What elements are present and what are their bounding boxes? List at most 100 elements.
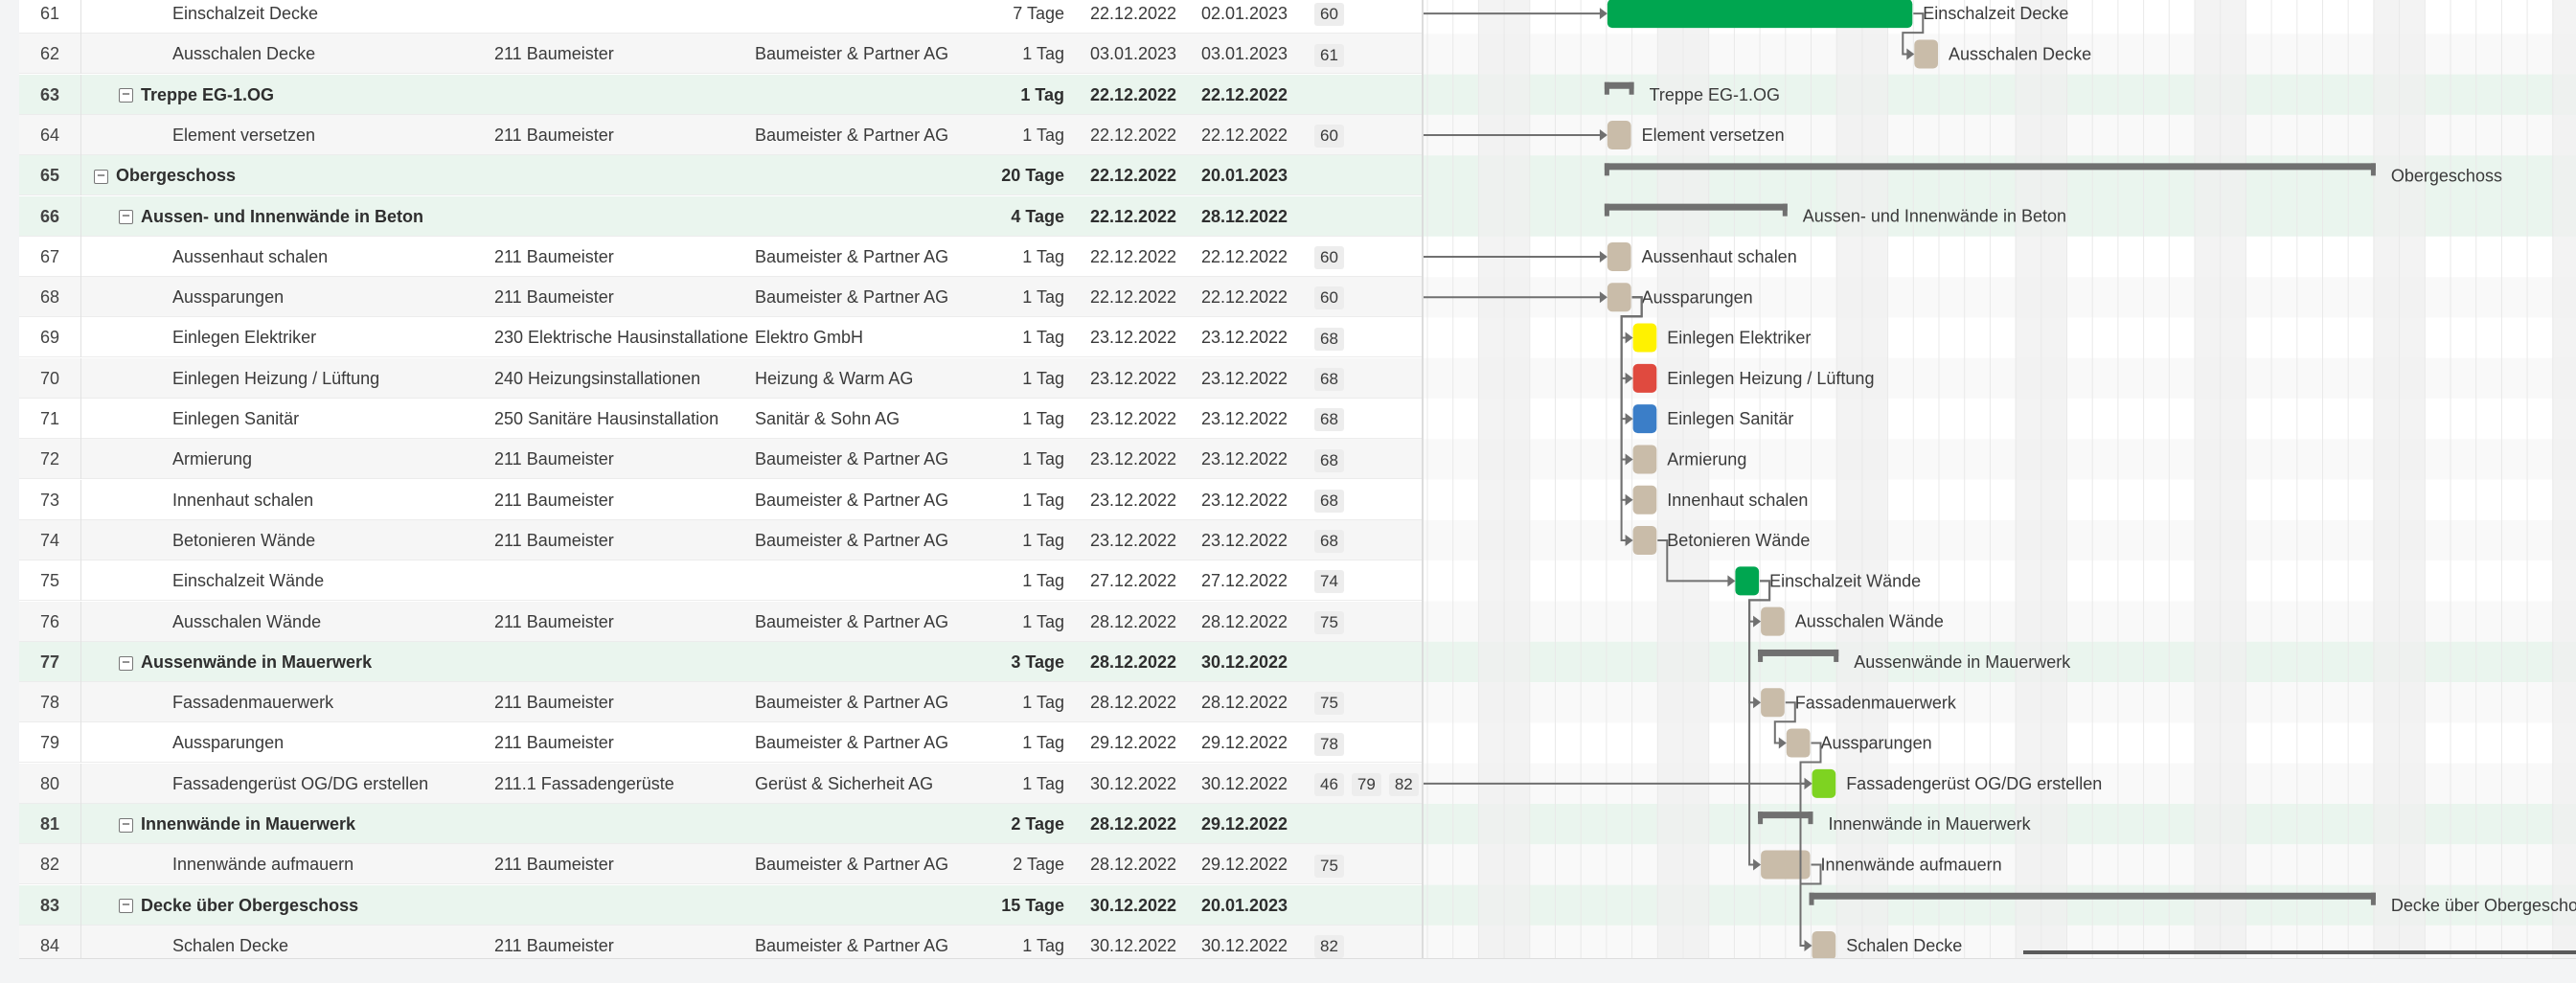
- group-row[interactable]: 65− Obergeschoss 20 Tage 22.12.2022 20.01.20…: [19, 155, 1422, 196]
- predecessor-cell[interactable]: 75: [1314, 844, 1420, 884]
- predecessor-cell[interactable]: 60: [1314, 237, 1420, 277]
- predecessor-badge[interactable]: 46: [1314, 772, 1344, 796]
- task-row[interactable]: 84 Schalen Decke 211 Baumeister Baumeister …: [19, 925, 1422, 958]
- predecessor-badge[interactable]: 75: [1314, 610, 1344, 634]
- task-row[interactable]: 80 Fassadengerüst OG/DG erstellen 211.1 Fa…: [19, 763, 1422, 804]
- predecessor-cell[interactable]: 60: [1314, 0, 1420, 34]
- task-name-cell[interactable]: Betonieren Wände: [82, 520, 536, 560]
- task-row[interactable]: 61 Einschalzeit Decke 7 Tage 22.12.2022 02.0…: [19, 0, 1422, 34]
- task-row[interactable]: 74 Betonieren Wände 211 Baumeister Baumeist…: [19, 519, 1422, 560]
- task-row[interactable]: 73 Innenhaut schalen 211 Baumeister Baumeis…: [19, 479, 1422, 520]
- task-name-cell[interactable]: − Aussenwände in Mauerwerk: [82, 642, 508, 682]
- predecessor-cell[interactable]: 68: [1314, 520, 1420, 560]
- task-name-cell[interactable]: Einlegen Heizung / Lüftung: [82, 358, 536, 399]
- predecessor-badge[interactable]: 68: [1314, 327, 1344, 351]
- task-name-cell[interactable]: Aussparungen: [82, 277, 536, 317]
- task-row[interactable]: 82 Innenwände aufmauern 211 Baumeister Baum…: [19, 844, 1422, 885]
- predecessor-cell[interactable]: 68: [1314, 480, 1420, 520]
- predecessor-badge[interactable]: 60: [1314, 286, 1344, 310]
- predecessor-cell[interactable]: 60: [1314, 115, 1420, 155]
- task-row[interactable]: 75 Einschalzeit Wände 1 Tag 27.12.2022 27.12…: [19, 560, 1422, 602]
- predecessor-cell[interactable]: 68: [1314, 399, 1420, 439]
- predecessor-badge[interactable]: 60: [1314, 246, 1344, 270]
- predecessor-cell[interactable]: [1314, 75, 1420, 115]
- predecessor-cell[interactable]: 46 79 82: [1314, 764, 1420, 804]
- predecessor-cell[interactable]: 75: [1314, 682, 1420, 722]
- predecessor-badge[interactable]: 68: [1314, 367, 1344, 391]
- predecessor-cell[interactable]: 75: [1314, 602, 1420, 642]
- task-row[interactable]: 72 Armierung 211 Baumeister Baumeister & Pa…: [19, 439, 1422, 480]
- task-name-cell[interactable]: Einlegen Elektriker: [82, 317, 536, 357]
- collapse-toggle-icon[interactable]: −: [119, 209, 133, 225]
- predecessor-cell[interactable]: [1314, 196, 1420, 237]
- task-row[interactable]: 64 Element versetzen 211 Baumeister Baumeis…: [19, 114, 1422, 155]
- task-name-cell[interactable]: − Obergeschoss: [82, 155, 508, 195]
- predecessor-cell[interactable]: 60: [1314, 277, 1420, 317]
- task-row[interactable]: 79 Aussparungen 211 Baumeister Baumeister &…: [19, 722, 1422, 764]
- task-name-cell[interactable]: Aussparungen: [82, 722, 536, 763]
- predecessor-badge[interactable]: 68: [1314, 489, 1344, 513]
- predecessor-cell[interactable]: 68: [1314, 317, 1420, 357]
- predecessor-badge[interactable]: 61: [1314, 43, 1344, 67]
- collapse-toggle-icon[interactable]: −: [119, 655, 133, 671]
- collapse-toggle-icon[interactable]: −: [119, 898, 133, 914]
- group-row[interactable]: 83− Decke über Obergeschoss 15 Tage 30.12.2…: [19, 884, 1422, 926]
- predecessor-badge[interactable]: 68: [1314, 530, 1344, 554]
- predecessor-cell[interactable]: 82: [1314, 926, 1420, 958]
- task-name-cell[interactable]: Einlegen Sanitär: [82, 399, 536, 439]
- predecessor-badge[interactable]: 60: [1314, 125, 1344, 149]
- predecessor-badge[interactable]: 60: [1314, 3, 1344, 27]
- predecessor-cell[interactable]: [1314, 155, 1420, 195]
- predecessor-cell[interactable]: 78: [1314, 722, 1420, 763]
- task-name-cell[interactable]: Armierung: [82, 439, 536, 479]
- predecessor-badge[interactable]: 68: [1314, 448, 1344, 472]
- task-row[interactable]: 68 Aussparungen 211 Baumeister Baumeister &…: [19, 277, 1422, 318]
- group-row[interactable]: 77− Aussenwände in Mauerwerk 3 Tage 28.12.2…: [19, 641, 1422, 682]
- task-name-cell[interactable]: Einschalzeit Decke: [82, 0, 536, 34]
- predecessor-cell[interactable]: 74: [1314, 560, 1420, 601]
- task-name-cell[interactable]: Element versetzen: [82, 115, 536, 155]
- predecessor-cell[interactable]: [1314, 804, 1420, 844]
- predecessor-cell[interactable]: [1314, 885, 1420, 926]
- task-name-cell[interactable]: − Innenwände in Mauerwerk: [82, 804, 508, 844]
- row-number: 80: [19, 763, 81, 804]
- task-row[interactable]: 69 Einlegen Elektriker 230 Elektrische Hau…: [19, 317, 1422, 358]
- task-name-cell[interactable]: Ausschalen Decke: [82, 34, 536, 74]
- predecessor-badge[interactable]: 75: [1314, 692, 1344, 716]
- task-name-cell[interactable]: Einschalzeit Wände: [82, 560, 536, 601]
- task-name-cell[interactable]: − Decke über Obergeschoss: [82, 885, 508, 926]
- collapse-toggle-icon[interactable]: −: [119, 817, 133, 833]
- predecessor-cell[interactable]: 61: [1314, 34, 1420, 74]
- predecessor-cell[interactable]: 68: [1314, 439, 1420, 479]
- task-row[interactable]: 71 Einlegen Sanitär 250 Sanitäre Hausinsta…: [19, 399, 1422, 439]
- task-row[interactable]: 70 Einlegen Heizung / Lüftung 240 Heizungs…: [19, 357, 1422, 399]
- task-name-cell[interactable]: Innenwände aufmauern: [82, 844, 536, 884]
- predecessor-cell[interactable]: 68: [1314, 358, 1420, 399]
- group-row[interactable]: 63− Treppe EG-1.OG 1 Tag 22.12.2022 22.12.20…: [19, 74, 1422, 115]
- predecessor-badge[interactable]: 75: [1314, 854, 1344, 878]
- predecessor-badge[interactable]: 82: [1314, 935, 1344, 958]
- task-name-cell[interactable]: Ausschalen Wände: [82, 602, 536, 642]
- task-name-cell[interactable]: Schalen Decke: [82, 926, 536, 958]
- predecessor-badge[interactable]: 79: [1351, 772, 1381, 796]
- task-name-cell[interactable]: Fassadenmauerwerk: [82, 682, 536, 722]
- predecessor-badge[interactable]: 74: [1314, 570, 1344, 594]
- task-row[interactable]: 67 Aussenhaut schalen 211 Baumeister Baumei…: [19, 236, 1422, 277]
- task-name-cell[interactable]: − Treppe EG-1.OG: [82, 75, 508, 115]
- predecessor-cell[interactable]: [1314, 642, 1420, 682]
- predecessor-badge[interactable]: 68: [1314, 408, 1344, 432]
- task-row[interactable]: 76 Ausschalen Wände 211 Baumeister Baumeist…: [19, 601, 1422, 642]
- predecessor-badge[interactable]: 78: [1314, 732, 1344, 756]
- group-row[interactable]: 81− Innenwände in Mauerwerk 2 Tage 28.12.20…: [19, 804, 1422, 844]
- predecessor-badge[interactable]: 82: [1388, 772, 1419, 796]
- collapse-toggle-icon[interactable]: −: [94, 169, 108, 184]
- task-name-cell[interactable]: Innenhaut schalen: [82, 480, 536, 520]
- collapse-toggle-icon[interactable]: −: [119, 87, 133, 103]
- group-row[interactable]: 66− Aussen- und Innenwände in Beton 4 Tage…: [19, 195, 1422, 237]
- task-name-cell[interactable]: Aussenhaut schalen: [82, 237, 536, 277]
- task-row[interactable]: 62 Ausschalen Decke 211 Baumeister Baumeist…: [19, 34, 1422, 75]
- task-name-cell[interactable]: Fassadengerüst OG/DG erstellen: [82, 764, 536, 804]
- task-name-cell[interactable]: − Aussen- und Innenwände in Beton: [82, 196, 508, 237]
- task-row[interactable]: 78 Fassadenmauerwerk 211 Baumeister Baumeis…: [19, 682, 1422, 723]
- horizontal-scrollbar-thumb[interactable]: [2023, 950, 2576, 954]
